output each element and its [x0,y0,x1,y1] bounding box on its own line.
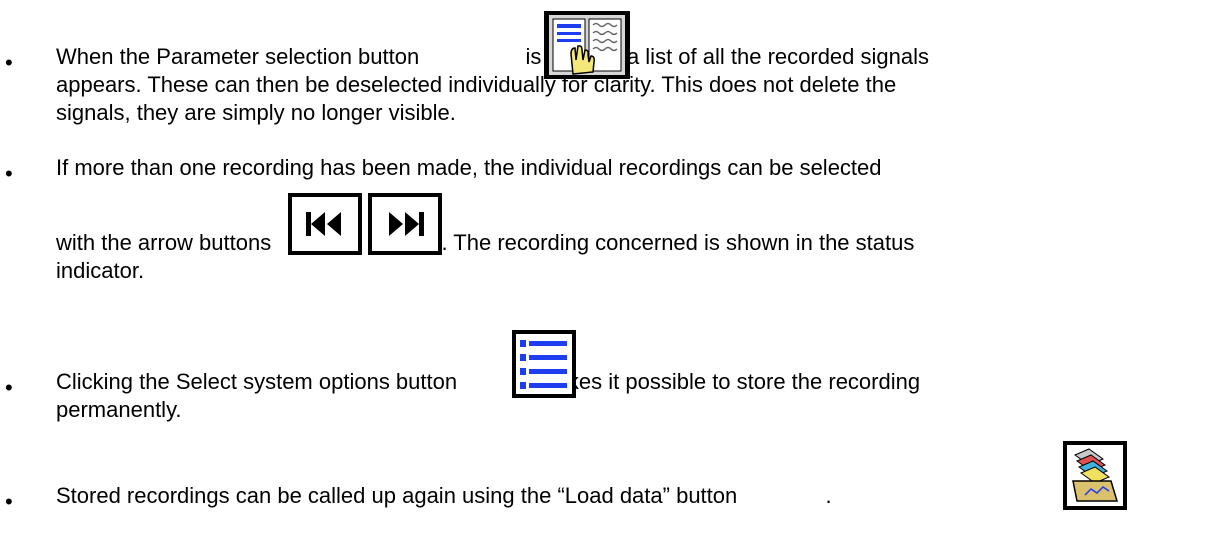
bullet-4-line-1-after: . [825,483,832,508]
bullet-4-line-1: Stored recordings can be called up again… [56,483,832,509]
system-options-list-icon[interactable] [512,330,576,398]
bullet-2-line-3: indicator. [56,258,145,283]
bullet-3-marker: • [5,375,13,400]
bullet-1-line-3: signals, they are simply no longer visib… [56,100,456,125]
bullet-2-line-2: with the arrow buttons . The recording c… [56,230,914,256]
bullet-2-line-1: If more than one recording has been made… [56,155,882,180]
skip-back-icon[interactable] [287,192,363,256]
bullet-4-line-1-before: Stored recordings can be called up again… [56,483,738,508]
bullet-1-line-1-before: When the Parameter selection button [56,44,420,69]
bullet-1-marker: • [5,50,13,75]
bullet-3-line-2: permanently. [56,397,182,422]
bullet-4-marker: • [5,489,13,514]
bullet-3-line-1: Clicking the Select system options butto… [56,369,920,395]
bullet-3-line-1-after: makes it possible to store the recording [537,369,921,394]
bullet-1-line-2: appears. These can then be deselected in… [56,72,897,97]
bullet-2-line-2-after: . The recording concerned is shown in th… [441,230,915,255]
bullet-3-line-1-before: Clicking the Select system options butto… [56,369,458,394]
load-data-icon[interactable] [1063,441,1127,510]
bullet-2-line-2-before: with the arrow buttons [56,230,272,255]
bullet-1-line-1: When the Parameter selection button is c… [56,44,929,70]
parameter-selection-icon[interactable] [543,10,631,80]
skip-forward-icon[interactable] [367,192,443,256]
bullet-2-marker: • [5,161,13,186]
